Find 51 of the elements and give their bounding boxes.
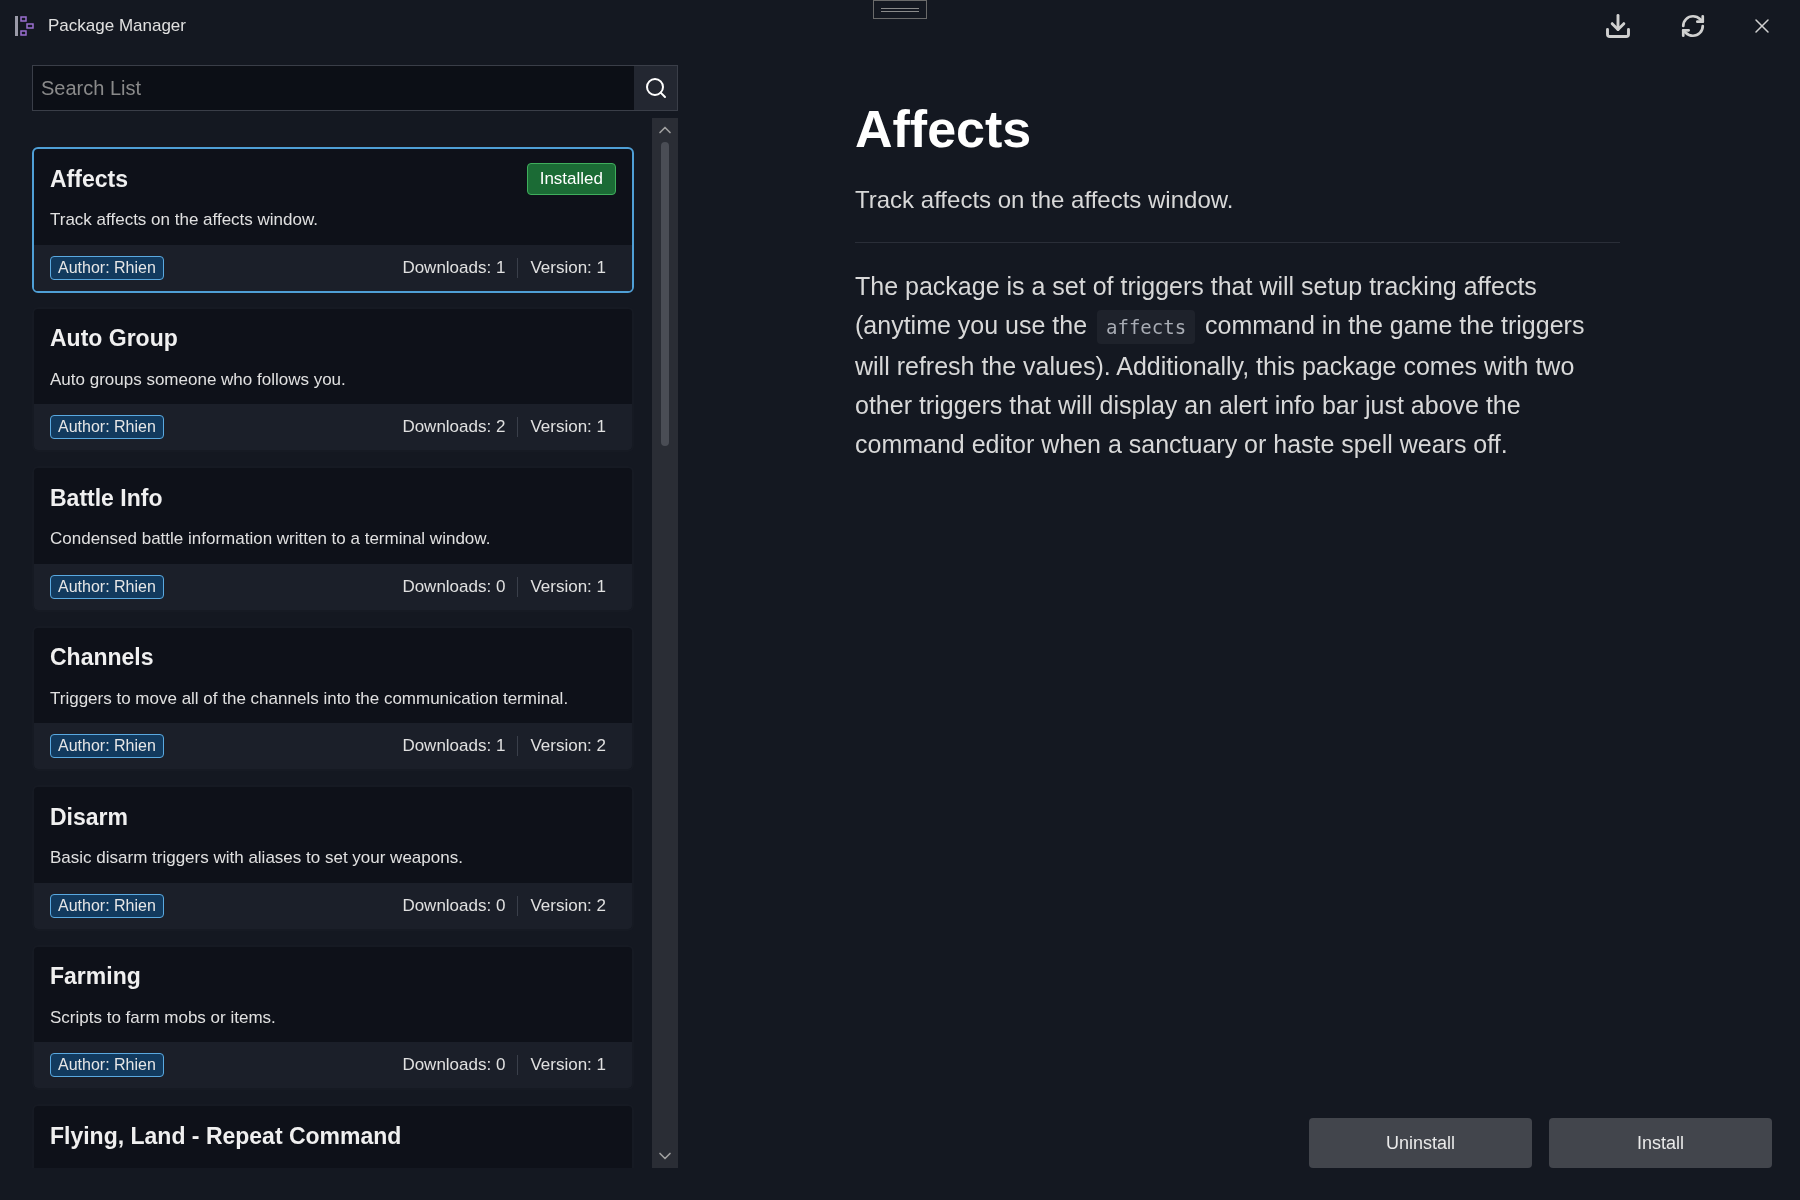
refresh-icon[interactable] xyxy=(1680,13,1706,39)
version-number: Version: 2 xyxy=(530,894,606,917)
author-tag: Author: Rhien xyxy=(50,1053,164,1077)
package-card[interactable]: Flying, Land - Repeat Command xyxy=(32,1104,634,1168)
package-description: Triggers to move all of the channels into the communication terminal. xyxy=(50,687,570,710)
package-title: Affects xyxy=(855,99,1033,160)
package-name: Affects xyxy=(50,164,128,194)
drag-handle-icon[interactable] xyxy=(873,0,927,19)
package-summary: Track affects on the affects window. xyxy=(855,185,1235,215)
author-tag: Author: Rhien xyxy=(50,255,164,280)
package-name: Auto Group xyxy=(50,324,178,354)
installed-badge: Installed xyxy=(526,163,616,195)
package-card[interactable]: Disarm Basic disarm triggers with aliases to set your weapons. Author: Rhien Downloads: 0 Version: 2 xyxy=(32,785,634,931)
package-card[interactable]: Affects Installed Track affects on the affects window. Author: Rhien Downloads: 1 Version: 1 xyxy=(32,147,634,293)
install-button[interactable]: Install xyxy=(1549,1118,1772,1168)
author-tag: Author: Rhien xyxy=(50,574,164,599)
downloads-count: Downloads: 1 xyxy=(402,735,506,758)
author-tag: Author: Rhien xyxy=(50,415,164,439)
package-name: Farming xyxy=(50,962,141,992)
downloads-count: Downloads: 1 xyxy=(402,256,506,279)
package-name: Flying, Land - Repeat Command xyxy=(50,1121,402,1151)
package-card[interactable]: Auto Group Auto groups someone who follows you. Author: Rhien Downloads: 2 Version: 1 xyxy=(32,306,634,452)
package-name: Battle Info xyxy=(50,483,163,513)
package-description: Basic disarm triggers with aliases to set your weapons. xyxy=(50,847,464,869)
scrollbar-thumb[interactable] xyxy=(661,142,669,446)
package-description: Auto groups someone who follows you. xyxy=(50,368,347,391)
package-card[interactable]: Farming Scripts to farm mobs or items. Author: Rhien Downloads: 0 Version: 1 xyxy=(32,944,634,1090)
package-card[interactable]: Battle Info Condensed battle information written to a terminal window. Author: Rhien Downloads: 0 Version: 1 xyxy=(32,466,634,612)
package-description: Track affects on the affects window. xyxy=(50,209,320,231)
scrollbar[interactable] xyxy=(652,118,678,1168)
package-card[interactable]: Channels Triggers to move all of the channels into the communication terminal. Author: Rhien Downloads: 1 Version: 2 xyxy=(32,625,634,771)
version-number: Version: 1 xyxy=(530,1054,606,1077)
window-title: Package Manager xyxy=(48,15,186,38)
downloads-count: Downloads: 0 xyxy=(402,575,506,598)
uninstall-button[interactable]: Uninstall xyxy=(1309,1118,1532,1168)
package-body: The package is a set of triggers that will setup tracking affects (anytime you use the affects command in the game the triggers will refresh the values). Additionally, this package comes with two other triggers that will display an alert info bar just above the command editor when a sanctuary or haste spell wears off. xyxy=(855,271,1586,460)
package-tree-icon xyxy=(14,15,36,37)
package-name: Channels xyxy=(50,643,154,673)
package-name: Disarm xyxy=(50,802,128,832)
downloads-count: Downloads: 2 xyxy=(402,416,506,439)
version-number: Version: 1 xyxy=(530,256,606,279)
author-tag: Author: Rhien xyxy=(50,893,164,918)
author-tag: Author: Rhien xyxy=(50,734,164,758)
download-icon[interactable] xyxy=(1604,12,1632,40)
version-number: Version: 1 xyxy=(530,416,606,439)
package-description: Scripts to farm mobs or items. xyxy=(50,1006,277,1029)
downloads-count: Downloads: 0 xyxy=(402,894,506,917)
version-number: Version: 2 xyxy=(530,735,606,758)
version-number: Version: 1 xyxy=(530,575,606,598)
downloads-count: Downloads: 0 xyxy=(402,1054,506,1077)
package-description: Condensed battle information written to a terminal window. xyxy=(50,528,492,550)
